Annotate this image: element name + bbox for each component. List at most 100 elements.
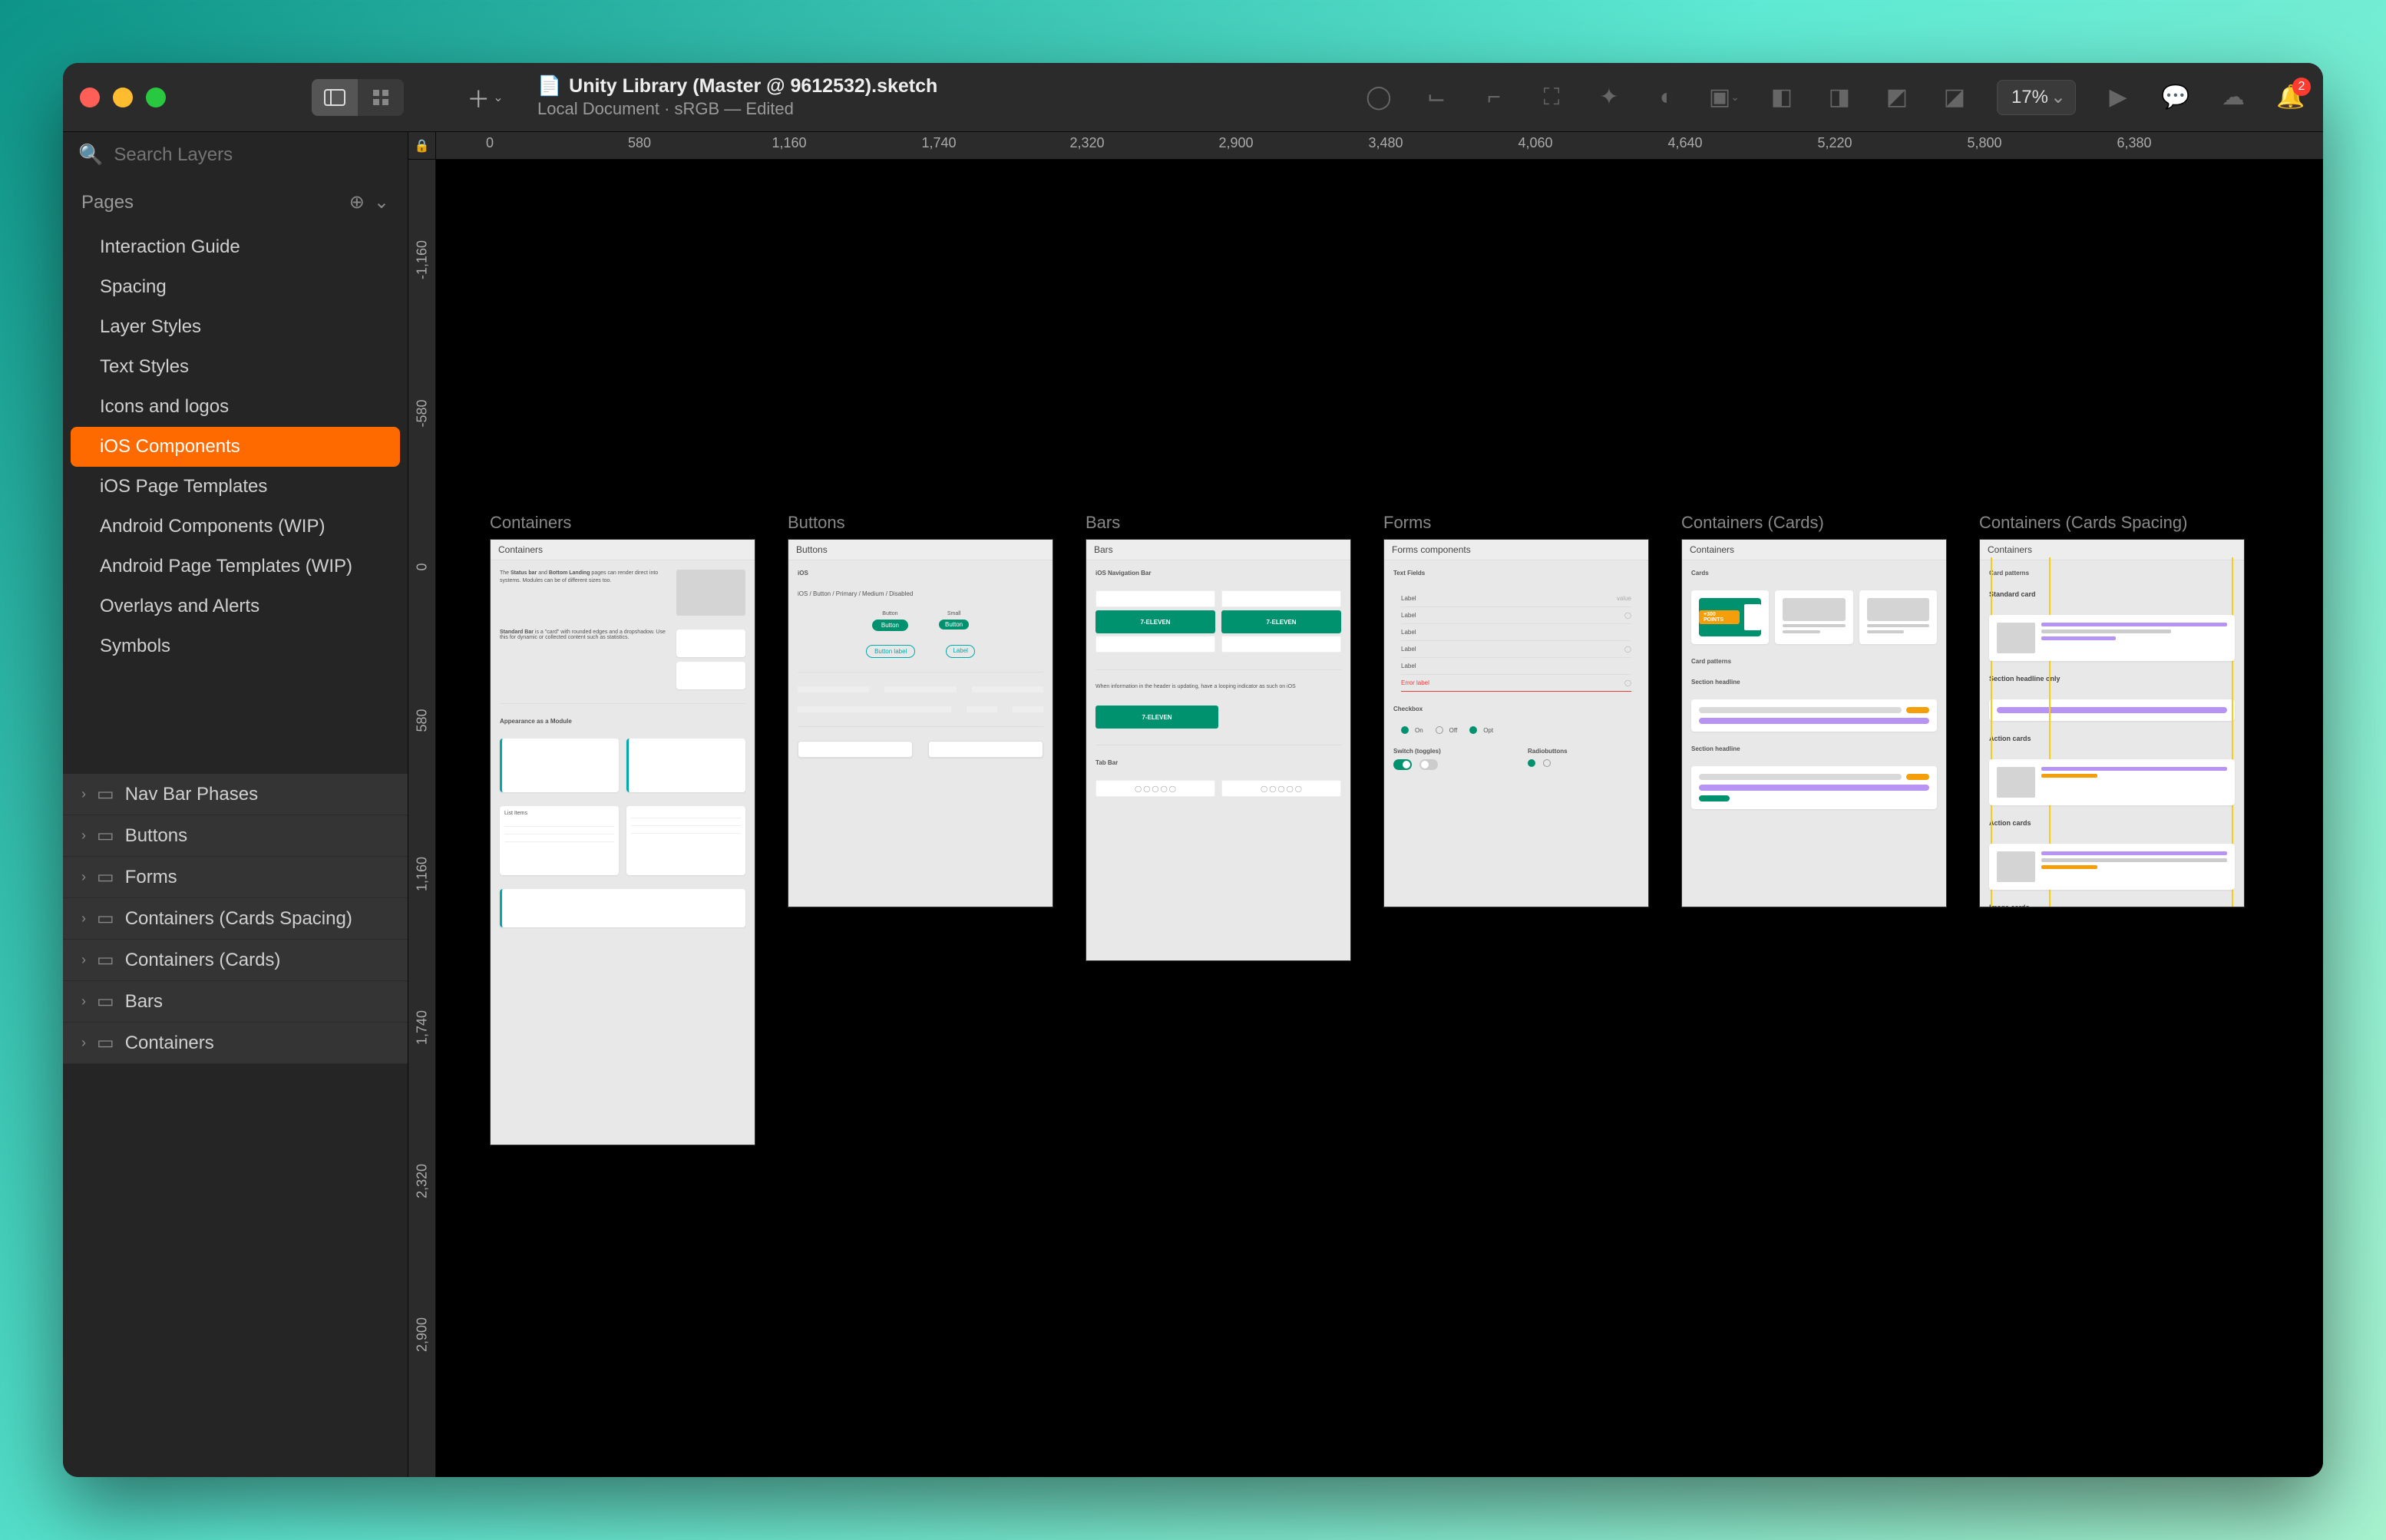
- canvas[interactable]: Containers Containers The Status bar and…: [436, 160, 2323, 1477]
- union-icon[interactable]: ◧: [1766, 82, 1797, 113]
- artboard-body: Forms components Text Fields Labelvalue …: [1383, 539, 1649, 907]
- file-icon: 📄: [537, 75, 561, 97]
- ruler-tick: 2,900: [414, 1317, 430, 1352]
- artboard-icon: ▭: [97, 1032, 114, 1054]
- view-list-button[interactable]: [312, 79, 358, 116]
- comment-icon[interactable]: 💬: [2160, 82, 2191, 113]
- sidebar: 🔍 Pages ⊕ ⌄ Interaction GuideSpacingLaye…: [63, 132, 408, 1477]
- zoom-select[interactable]: 17%: [1997, 80, 2076, 115]
- button-state-label: iOS / Button / Primary / Medium / Disabl…: [798, 590, 1043, 597]
- layer-label: Containers (Cards Spacing): [125, 908, 352, 930]
- pages-header: Pages ⊕ ⌄: [63, 177, 408, 227]
- promo-card: +300 POINTS: [1699, 598, 1761, 636]
- canvas-row: -1,160-58005801,1601,7402,3202,900 Conta…: [408, 160, 2323, 1477]
- page-item[interactable]: Android Components (WIP): [63, 507, 408, 547]
- page-item[interactable]: Layer Styles: [63, 307, 408, 347]
- placeholder-image: [676, 570, 745, 616]
- layer-item[interactable]: ›▭Containers: [63, 1023, 408, 1064]
- traffic-lights: [80, 88, 166, 107]
- titlebar: ＋⌄ 📄Unity Library (Master @ 9612532).ske…: [63, 63, 2323, 132]
- close-window-button[interactable]: [80, 88, 100, 107]
- ruler-tick: 6,380: [2117, 135, 2151, 151]
- layer-item[interactable]: ›▭Buttons: [63, 815, 408, 857]
- minimize-window-button[interactable]: [113, 88, 133, 107]
- artboard-heading: Forms components: [1384, 540, 1648, 560]
- ruler-tick: 4,640: [1667, 135, 1702, 151]
- artboard-label: Containers: [490, 513, 755, 533]
- artboard-icon: ▭: [97, 866, 114, 888]
- card-title: List Items: [504, 811, 614, 816]
- layer-item[interactable]: ›▭Containers (Cards): [63, 940, 408, 981]
- page-item[interactable]: iOS Page Templates: [63, 467, 408, 507]
- artboard-containers[interactable]: Containers Containers The Status bar and…: [490, 513, 755, 1145]
- insert-button[interactable]: ＋⌄: [464, 79, 507, 116]
- horizontal-ruler[interactable]: 05801,1601,7402,3202,9003,4804,0604,6405…: [436, 132, 2323, 160]
- artboard-buttons[interactable]: Buttons Buttons iOS iOS / Button / Prima…: [788, 513, 1053, 907]
- page-list: Interaction GuideSpacingLayer StylesText…: [63, 227, 408, 666]
- intersect-icon[interactable]: ◩: [1882, 82, 1912, 113]
- artboard-body: Buttons iOS iOS / Button / Primary / Med…: [788, 539, 1053, 907]
- artboard-icon: ▭: [97, 949, 114, 971]
- page-item[interactable]: Android Page Templates (WIP): [63, 547, 408, 587]
- section-label: Radiobuttons: [1528, 748, 1639, 755]
- search-layers: 🔍: [63, 132, 408, 177]
- page-item[interactable]: Symbols: [63, 626, 408, 666]
- maximize-window-button[interactable]: [146, 88, 166, 107]
- ruler-tick: 1,740: [414, 1010, 430, 1045]
- vertical-ruler[interactable]: -1,160-58005801,1601,7402,3202,900: [408, 160, 436, 1477]
- ruler-lock-icon[interactable]: 🔒: [408, 132, 436, 160]
- artboard-containers-cards[interactable]: Containers (Cards) Containers Cards +300…: [1681, 513, 1947, 907]
- cloud-icon[interactable]: ☁: [2218, 82, 2249, 113]
- ruler-tick: 4,060: [1518, 135, 1552, 151]
- add-page-button[interactable]: ⊕: [349, 191, 365, 213]
- align-top-icon[interactable]: ⌐: [1479, 82, 1509, 113]
- section-label: Section headline: [1691, 679, 1937, 686]
- page-item[interactable]: Icons and logos: [63, 387, 408, 427]
- pages-collapse-button[interactable]: ⌄: [374, 191, 389, 213]
- page-item[interactable]: Spacing: [63, 267, 408, 307]
- resize-dropdown-icon[interactable]: ▣⌄: [1709, 82, 1740, 113]
- play-icon[interactable]: ▶: [2103, 82, 2133, 113]
- artboard-containers-spacing[interactable]: Containers (Cards Spacing) Containers Ca…: [1979, 513, 2245, 907]
- button-ghost-small: Label: [946, 645, 975, 658]
- bell-icon[interactable]: 🔔2: [2275, 82, 2306, 113]
- page-item[interactable]: Interaction Guide: [63, 227, 408, 267]
- rotate-icon[interactable]: ◯: [1363, 82, 1394, 113]
- page-item[interactable]: iOS Components: [71, 427, 400, 467]
- artboard-bars[interactable]: Bars Bars iOS Navigation Bar 7-ELEVEN: [1086, 513, 1351, 961]
- subtract-icon[interactable]: ◨: [1824, 82, 1855, 113]
- view-grid-button[interactable]: [358, 79, 404, 116]
- canvas-area: 🔒 05801,1601,7402,3202,9003,4804,0604,64…: [408, 132, 2323, 1477]
- layer-label: Nav Bar Phases: [125, 784, 258, 805]
- artboard-forms[interactable]: Forms Forms components Text Fields Label…: [1383, 513, 1649, 907]
- page-item[interactable]: Text Styles: [63, 347, 408, 387]
- artboard-heading: Bars: [1086, 540, 1350, 560]
- artboard-label: Bars: [1086, 513, 1351, 533]
- layer-item[interactable]: ›▭Nav Bar Phases: [63, 774, 408, 815]
- notification-count: 2: [2292, 78, 2311, 96]
- ruler-tick: -1,160: [414, 240, 430, 279]
- chevron-right-icon: ›: [81, 869, 86, 885]
- artboard-icon: ▭: [97, 990, 114, 1013]
- magic-icon[interactable]: ✦: [1594, 82, 1624, 113]
- app-window: ＋⌄ 📄Unity Library (Master @ 9612532).ske…: [63, 63, 2323, 1477]
- align-bottom-icon[interactable]: ⌙: [1421, 82, 1452, 113]
- ruler-tick: 2,320: [1069, 135, 1104, 151]
- fit-icon[interactable]: ⛶: [1536, 82, 1567, 113]
- layer-item[interactable]: ›▭Bars: [63, 981, 408, 1023]
- layer-item[interactable]: ›▭Forms: [63, 857, 408, 898]
- card-teal: [626, 739, 745, 792]
- search-input[interactable]: [114, 144, 392, 166]
- difference-icon[interactable]: ◪: [1939, 82, 1970, 113]
- page-item[interactable]: Overlays and Alerts: [63, 587, 408, 626]
- brand-bar: 7-ELEVEN: [1221, 610, 1341, 633]
- ruler-tick: 1,740: [921, 135, 956, 151]
- col-label: Button: [872, 611, 908, 616]
- layer-label: Buttons: [125, 825, 187, 847]
- list-icon: [324, 89, 345, 106]
- col-label: Small: [939, 611, 969, 616]
- brand-bar: 7-ELEVEN: [1096, 706, 1218, 729]
- layer-item[interactable]: ›▭Containers (Cards Spacing): [63, 898, 408, 940]
- mask-icon[interactable]: ◐: [1651, 82, 1682, 113]
- card-example: [676, 662, 745, 689]
